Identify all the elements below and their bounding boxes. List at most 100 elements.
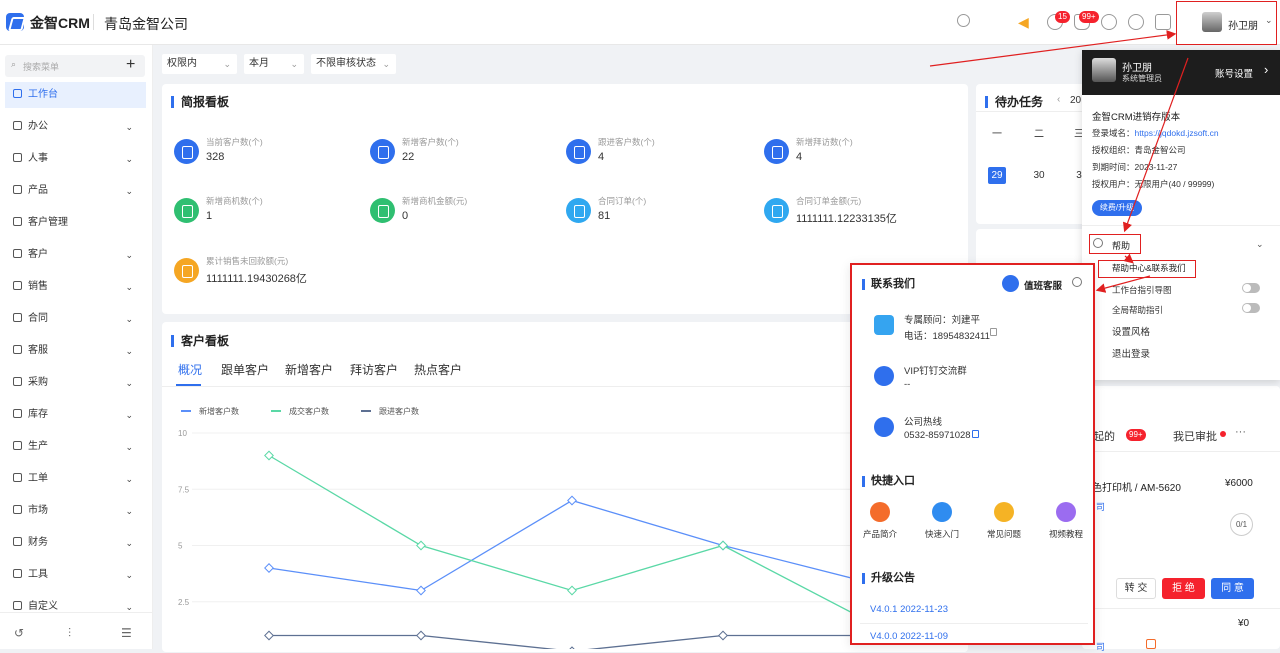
history-icon[interactable]: ↺: [14, 626, 24, 640]
announcement-link[interactable]: V4.0.0 2022-11-09: [870, 631, 948, 642]
sidebar-item[interactable]: 市场 ⌄: [0, 498, 153, 524]
data-point[interactable]: [718, 540, 728, 551]
settings-icon[interactable]: [1101, 14, 1117, 30]
data-point[interactable]: [416, 630, 426, 641]
stat-card[interactable]: 合同订单(个) 81: [566, 195, 756, 235]
quick-link[interactable]: 常见问题: [984, 502, 1024, 540]
sidebar-item[interactable]: 财务 ⌄: [0, 530, 153, 556]
more-icon[interactable]: ···: [1235, 426, 1246, 438]
quick-link[interactable]: 视频教程: [1046, 502, 1086, 540]
sidebar-item[interactable]: 工作台: [5, 82, 146, 108]
customer-tab[interactable]: 热点客户: [414, 361, 462, 378]
customer-tab[interactable]: 拜访客户: [350, 361, 398, 378]
chart-pie-icon[interactable]: [1128, 14, 1144, 30]
sidebar-item[interactable]: 人事 ⌄: [0, 146, 153, 172]
agree-button[interactable]: 同 意: [1211, 578, 1254, 599]
customer-line-chart: 2.5 5 7.5 10: [178, 429, 852, 649]
cube-icon[interactable]: [1155, 14, 1171, 30]
chevron-down-icon: ⌄: [382, 59, 390, 69]
legend-label[interactable]: 成交客户数: [289, 406, 329, 417]
sidebar-item[interactable]: 客户管理: [0, 210, 153, 236]
reject-button[interactable]: 拒 绝: [1162, 578, 1205, 599]
data-point[interactable]: [416, 540, 426, 551]
sidebar-item[interactable]: 客户 ⌄: [0, 242, 153, 268]
approval-item-price: ¥6000: [1225, 478, 1253, 489]
data-point[interactable]: [416, 585, 426, 596]
guide-map-toggle[interactable]: [1242, 283, 1260, 293]
user-dropdown-menu: 孙卫朋 系统管理员 账号设置 › 金智CRM进销存版本 登录域名：https:/…: [1082, 50, 1280, 380]
sidebar-item[interactable]: 库存 ⌄: [0, 402, 153, 428]
legend-label[interactable]: 新增客户数: [199, 406, 239, 417]
help-center-link[interactable]: 帮助中心&联系我们: [1098, 260, 1196, 278]
menu-search-input[interactable]: 搜索菜单: [23, 60, 59, 73]
stat-card[interactable]: 新增商机金额(元) 0: [370, 195, 560, 235]
sidebar-item[interactable]: 客服 ⌄: [0, 338, 153, 364]
top-header: 金智CRM 青岛金智公司 ◀ 15 99+ 孙卫朋 ⌄: [0, 0, 1280, 45]
stat-card[interactable]: 新增商机数(个) 1: [174, 195, 364, 235]
stat-card[interactable]: 累计销售未回款额(元) 1111111.19430268亿: [174, 255, 364, 295]
account-settings-link[interactable]: 账号设置: [1215, 66, 1253, 80]
menu-search-box[interactable]: ⌕ 搜索菜单 +: [5, 55, 145, 77]
user-menu-trigger[interactable]: 孙卫朋 ⌄: [1176, 1, 1277, 45]
todo-title: 待办任务: [985, 96, 1043, 108]
quick-link-icon: [870, 502, 890, 522]
audit-filter[interactable]: 不限审核状态 ⌄: [311, 54, 396, 74]
copy-icon[interactable]: [972, 430, 979, 438]
sidebar-item[interactable]: 工单 ⌄: [0, 466, 153, 492]
calendar-day[interactable]: 30: [1030, 167, 1048, 184]
data-point[interactable]: [567, 585, 577, 596]
org-row: 授权组织：青岛金智公司: [1092, 144, 1186, 156]
domain-link[interactable]: https://jqdokd.jzsoft.cn: [1135, 128, 1219, 138]
global-guide-toggle[interactable]: [1242, 303, 1260, 313]
transfer-button[interactable]: 转 交: [1116, 578, 1156, 599]
announcement-link[interactable]: V4.0.1 2022-11-23: [870, 604, 948, 615]
scope-filter[interactable]: 权限内 ⌄: [162, 54, 237, 74]
add-icon[interactable]: +: [126, 56, 135, 74]
customer-tab[interactable]: 跟单客户: [221, 361, 269, 378]
search-icon[interactable]: [957, 14, 970, 27]
sidebar-item[interactable]: 合同 ⌄: [0, 306, 153, 332]
duty-service-link[interactable]: 值班客服: [1024, 278, 1062, 292]
calendar-day[interactable]: 29: [988, 167, 1006, 184]
divider: [0, 612, 153, 613]
sidebar-item[interactable]: 办公 ⌄: [0, 114, 153, 140]
data-point[interactable]: [718, 630, 728, 641]
tab-approved[interactable]: 我已审批: [1173, 428, 1217, 444]
quick-link[interactable]: 快速入门: [922, 502, 962, 540]
copy-icon[interactable]: [990, 328, 997, 336]
stat-card[interactable]: 跟进客户数(个) 4: [566, 136, 756, 176]
sidebar-item[interactable]: 自定义 ⌄: [0, 594, 153, 620]
period-filter[interactable]: 本月 ⌄: [244, 54, 304, 74]
stat-card[interactable]: 当前客户数(个) 328: [174, 136, 364, 176]
data-point[interactable]: [264, 450, 274, 461]
sidebar-item[interactable]: 产品 ⌄: [0, 178, 153, 204]
stat-card[interactable]: 新增客户数(个) 22: [370, 136, 560, 176]
logout-item[interactable]: 退出登录: [1112, 346, 1150, 360]
service-icon: [13, 345, 22, 354]
tune-icon[interactable]: ⫶: [68, 626, 71, 641]
sidebar-item[interactable]: 生产 ⌄: [0, 434, 153, 460]
sidebar-item[interactable]: 采购 ⌄: [0, 370, 153, 396]
todo-month: 20: [1070, 95, 1082, 106]
customer-manage-icon: [13, 217, 22, 226]
collapse-menu-icon[interactable]: ☰: [121, 626, 132, 640]
prev-month-icon[interactable]: ‹: [1057, 94, 1060, 105]
data-point[interactable]: [264, 630, 274, 641]
stat-card[interactable]: 新增拜访数(个) 4: [764, 136, 954, 176]
stat-card[interactable]: 合同订单金额(元) 1111111.12233135亿: [764, 195, 954, 235]
style-settings-item[interactable]: 设置风格: [1112, 324, 1150, 338]
sidebar-item-label: 客户管理: [28, 217, 68, 228]
help-icon[interactable]: [1072, 277, 1082, 287]
renew-button[interactable]: 续费/升级: [1092, 200, 1142, 216]
help-menu-item[interactable]: 帮助: [1089, 234, 1141, 254]
quick-link[interactable]: 产品简介: [860, 502, 900, 540]
sidebar-item[interactable]: 销售 ⌄: [0, 274, 153, 300]
legend-label[interactable]: 跟进客户数: [379, 406, 419, 417]
customer-tab[interactable]: 概况: [178, 361, 202, 378]
sidebar-item[interactable]: 工具 ⌄: [0, 562, 153, 588]
account-header[interactable]: 孙卫朋 系统管理员 账号设置 ›: [1082, 50, 1280, 95]
data-point[interactable]: [264, 563, 274, 573]
customer-tab[interactable]: 新增客户: [285, 361, 333, 378]
speaker-icon[interactable]: ◀: [1018, 15, 1032, 29]
data-point[interactable]: [567, 495, 577, 506]
